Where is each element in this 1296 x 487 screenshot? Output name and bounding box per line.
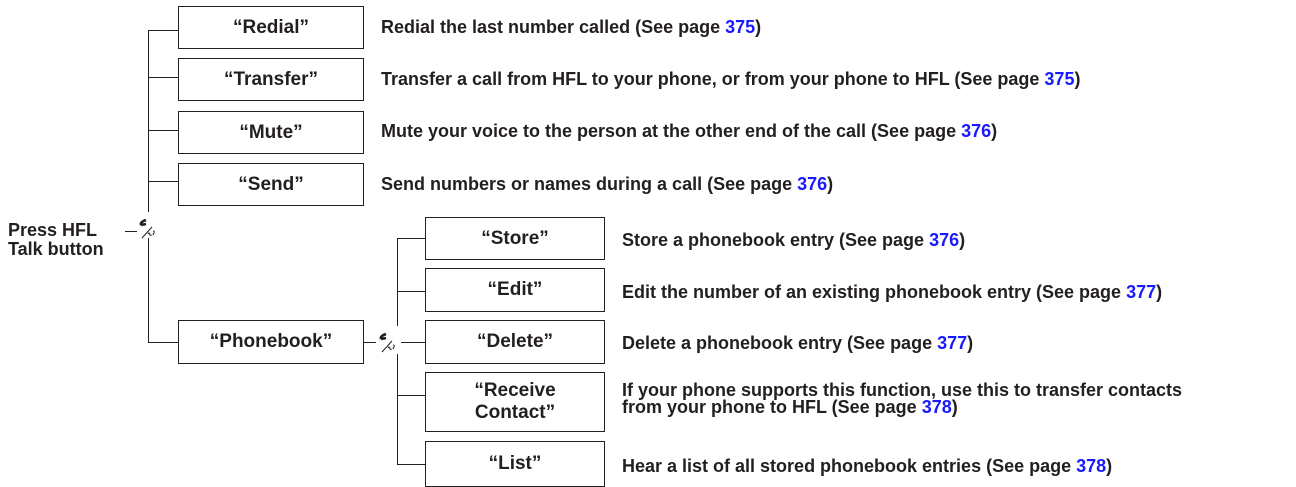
tree-connector: [397, 395, 425, 396]
tree-connector: [148, 181, 178, 182]
command-edit: “Edit”: [425, 268, 605, 312]
page-link[interactable]: 376: [929, 230, 959, 250]
tree-connector: [397, 291, 425, 292]
tree-connector: [397, 354, 398, 464]
page-link[interactable]: 375: [725, 17, 755, 37]
root-label-line1: Press HFL: [8, 220, 98, 240]
page-link[interactable]: 378: [922, 397, 952, 417]
tree-connector: [148, 77, 178, 78]
command-transfer: “Transfer”: [178, 58, 364, 101]
desc-send: Send numbers or names during a call (See…: [381, 174, 834, 194]
tree-connector: [397, 464, 425, 465]
root-label: Press HFL Talk button: [8, 221, 104, 259]
tree-connector: [401, 342, 425, 343]
page-link[interactable]: 375: [1044, 69, 1074, 89]
desc-edit: Edit the number of an existing phonebook…: [622, 282, 1163, 302]
desc-mute: Mute your voice to the person at the oth…: [381, 121, 998, 141]
page-link[interactable]: 378: [1076, 456, 1106, 476]
command-mute: “Mute”: [178, 111, 364, 154]
desc-transfer: Transfer a call from HFL to your phone, …: [381, 69, 1081, 89]
tree-connector: [148, 342, 178, 343]
command-store: “Store”: [425, 217, 605, 260]
command-delete: “Delete”: [425, 320, 605, 364]
tree-connector: [148, 130, 178, 131]
page-link[interactable]: 376: [961, 121, 991, 141]
tree-connector: [125, 231, 137, 232]
voice-command-tree: Press HFL Talk button “Redial” “Transfer…: [0, 0, 1296, 487]
page-link[interactable]: 377: [937, 333, 967, 353]
tree-connector: [397, 238, 398, 326]
desc-delete: Delete a phonebook entry (See page 377): [622, 333, 974, 353]
voice-command-icon: [139, 218, 155, 239]
root-label-line2: Talk button: [8, 239, 104, 259]
tree-connector: [148, 30, 149, 212]
tree-connector: [148, 238, 149, 342]
command-redial: “Redial”: [178, 6, 364, 49]
desc-list: Hear a list of all stored phonebook entr…: [622, 456, 1113, 476]
command-list: “List”: [425, 441, 605, 487]
command-receive-contact: “Receive Contact”: [425, 372, 605, 432]
tree-connector: [397, 238, 425, 239]
desc-redial: Redial the last number called (See page …: [381, 17, 762, 37]
desc-receive-contact-line2: from your phone to HFL (See page 378): [622, 397, 958, 417]
page-link[interactable]: 376: [797, 174, 827, 194]
command-send: “Send”: [178, 163, 364, 206]
tree-connector: [148, 30, 178, 31]
tree-connector: [364, 342, 376, 343]
command-phonebook: “Phonebook”: [178, 320, 364, 364]
desc-store: Store a phonebook entry (See page 376): [622, 230, 966, 250]
page-link[interactable]: 377: [1126, 282, 1156, 302]
voice-command-icon: [379, 332, 395, 353]
